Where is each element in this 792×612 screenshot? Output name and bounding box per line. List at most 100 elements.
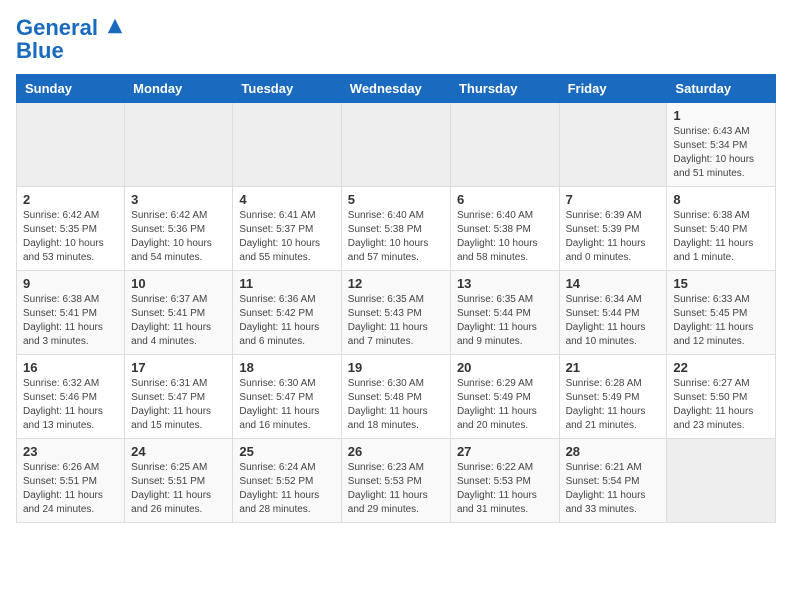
day-number: 22	[673, 360, 769, 375]
calendar-day-cell	[17, 103, 125, 187]
calendar-day-cell: 11Sunrise: 6:36 AM Sunset: 5:42 PM Dayli…	[233, 271, 341, 355]
calendar-day-cell: 18 Sunrise: 6:30 AM Sunset: 5:47 PM Dayli…	[233, 355, 341, 439]
day-number: 18	[239, 360, 334, 375]
calendar-day-cell: 6Sunrise: 6:40 AM Sunset: 5:38 PM Daylig…	[450, 187, 559, 271]
calendar-day-cell: 25 Sunrise: 6:24 AM Sunset: 5:52 PM Dayli…	[233, 439, 341, 523]
calendar-week-row: 16 Sunrise: 6:32 AM Sunset: 5:46 PM Dayli…	[17, 355, 776, 439]
day-number: 19	[348, 360, 444, 375]
day-info: Sunrise: 6:24 AM Sunset: 5:52 PM Dayligh…	[239, 461, 334, 517]
day-info: Sunrise: 6:26 AM Sunset: 5:51 PM Dayligh…	[23, 461, 118, 517]
calendar-day-cell	[559, 103, 667, 187]
calendar-day-cell: 28Sunrise: 6:21 AM Sunset: 5:54 PM Dayli…	[559, 439, 667, 523]
logo-blue: Blue	[16, 40, 124, 62]
calendar-day-cell: 16 Sunrise: 6:32 AM Sunset: 5:46 PM Dayli…	[17, 355, 125, 439]
calendar-day-cell: 7 Sunrise: 6:39 AM Sunset: 5:39 PM Daylig…	[559, 187, 667, 271]
calendar-day-cell: 19 Sunrise: 6:30 AM Sunset: 5:48 PM Dayli…	[341, 355, 450, 439]
day-number: 15	[673, 276, 769, 291]
calendar-day-cell: 5 Sunrise: 6:40 AM Sunset: 5:38 PM Daylig…	[341, 187, 450, 271]
day-info: Sunrise: 6:39 AM Sunset: 5:39 PM Dayligh…	[566, 209, 661, 265]
calendar-day-cell: 8Sunrise: 6:38 AM Sunset: 5:40 PM Daylig…	[667, 187, 776, 271]
calendar-day-header: Wednesday	[341, 75, 450, 103]
day-info: Sunrise: 6:35 AM Sunset: 5:44 PM Dayligh…	[457, 293, 553, 349]
logo-text: General	[16, 16, 124, 40]
day-info: Sunrise: 6:32 AM Sunset: 5:46 PM Dayligh…	[23, 377, 118, 433]
calendar-day-cell: 15 Sunrise: 6:33 AM Sunset: 5:45 PM Dayli…	[667, 271, 776, 355]
day-number: 16	[23, 360, 118, 375]
calendar-day-header: Saturday	[667, 75, 776, 103]
logo-icon	[106, 17, 124, 35]
day-info: Sunrise: 6:34 AM Sunset: 5:44 PM Dayligh…	[566, 293, 661, 349]
day-info: Sunrise: 6:31 AM Sunset: 5:47 PM Dayligh…	[131, 377, 226, 433]
day-info: Sunrise: 6:41 AM Sunset: 5:37 PM Dayligh…	[239, 209, 334, 265]
day-number: 9	[23, 276, 118, 291]
day-info: Sunrise: 6:22 AM Sunset: 5:53 PM Dayligh…	[457, 461, 553, 517]
calendar-day-cell: 10 Sunrise: 6:37 AM Sunset: 5:41 PM Dayli…	[125, 271, 233, 355]
day-number: 20	[457, 360, 553, 375]
calendar-day-cell: 21 Sunrise: 6:28 AM Sunset: 5:49 PM Dayli…	[559, 355, 667, 439]
day-info: Sunrise: 6:38 AM Sunset: 5:41 PM Dayligh…	[23, 293, 118, 349]
day-info: Sunrise: 6:21 AM Sunset: 5:54 PM Dayligh…	[566, 461, 661, 517]
day-number: 27	[457, 444, 553, 459]
calendar-table: SundayMondayTuesdayWednesdayThursdayFrid…	[16, 74, 776, 523]
day-number: 23	[23, 444, 118, 459]
day-number: 3	[131, 192, 226, 207]
day-info: Sunrise: 6:30 AM Sunset: 5:47 PM Dayligh…	[239, 377, 334, 433]
day-number: 4	[239, 192, 334, 207]
calendar-day-header: Sunday	[17, 75, 125, 103]
day-number: 5	[348, 192, 444, 207]
calendar-day-header: Tuesday	[233, 75, 341, 103]
day-info: Sunrise: 6:35 AM Sunset: 5:43 PM Dayligh…	[348, 293, 444, 349]
day-number: 17	[131, 360, 226, 375]
calendar-day-cell: 9 Sunrise: 6:38 AM Sunset: 5:41 PM Daylig…	[17, 271, 125, 355]
calendar-day-cell: 27 Sunrise: 6:22 AM Sunset: 5:53 PM Dayli…	[450, 439, 559, 523]
calendar-day-cell: 17 Sunrise: 6:31 AM Sunset: 5:47 PM Dayli…	[125, 355, 233, 439]
calendar-day-cell: 12 Sunrise: 6:35 AM Sunset: 5:43 PM Dayli…	[341, 271, 450, 355]
day-number: 12	[348, 276, 444, 291]
day-number: 10	[131, 276, 226, 291]
calendar-day-cell: 26 Sunrise: 6:23 AM Sunset: 5:53 PM Dayli…	[341, 439, 450, 523]
calendar-day-header: Thursday	[450, 75, 559, 103]
calendar-header-row: SundayMondayTuesdayWednesdayThursdayFrid…	[17, 75, 776, 103]
calendar-day-cell: 24Sunrise: 6:25 AM Sunset: 5:51 PM Dayli…	[125, 439, 233, 523]
day-info: Sunrise: 6:40 AM Sunset: 5:38 PM Dayligh…	[348, 209, 444, 265]
calendar-day-header: Monday	[125, 75, 233, 103]
day-info: Sunrise: 6:42 AM Sunset: 5:35 PM Dayligh…	[23, 209, 118, 265]
calendar-day-cell: 3 Sunrise: 6:42 AM Sunset: 5:36 PM Daylig…	[125, 187, 233, 271]
day-number: 24	[131, 444, 226, 459]
day-info: Sunrise: 6:29 AM Sunset: 5:49 PM Dayligh…	[457, 377, 553, 433]
day-info: Sunrise: 6:43 AM Sunset: 5:34 PM Dayligh…	[673, 125, 769, 181]
calendar-day-cell: 20 Sunrise: 6:29 AM Sunset: 5:49 PM Dayli…	[450, 355, 559, 439]
calendar-week-row: 23 Sunrise: 6:26 AM Sunset: 5:51 PM Dayli…	[17, 439, 776, 523]
day-info: Sunrise: 6:27 AM Sunset: 5:50 PM Dayligh…	[673, 377, 769, 433]
day-info: Sunrise: 6:28 AM Sunset: 5:49 PM Dayligh…	[566, 377, 661, 433]
calendar-day-cell: 14Sunrise: 6:34 AM Sunset: 5:44 PM Dayli…	[559, 271, 667, 355]
calendar-week-row: 2 Sunrise: 6:42 AM Sunset: 5:35 PM Daylig…	[17, 187, 776, 271]
day-info: Sunrise: 6:30 AM Sunset: 5:48 PM Dayligh…	[348, 377, 444, 433]
day-number: 2	[23, 192, 118, 207]
day-number: 7	[566, 192, 661, 207]
calendar-day-header: Friday	[559, 75, 667, 103]
page-header: General Blue	[16, 16, 776, 62]
day-number: 6	[457, 192, 553, 207]
day-info: Sunrise: 6:23 AM Sunset: 5:53 PM Dayligh…	[348, 461, 444, 517]
calendar-day-cell: 1 Sunrise: 6:43 AM Sunset: 5:34 PM Daylig…	[667, 103, 776, 187]
day-number: 25	[239, 444, 334, 459]
calendar-day-cell	[450, 103, 559, 187]
calendar-week-row: 9 Sunrise: 6:38 AM Sunset: 5:41 PM Daylig…	[17, 271, 776, 355]
calendar-day-cell: 22 Sunrise: 6:27 AM Sunset: 5:50 PM Dayli…	[667, 355, 776, 439]
calendar-body: 1 Sunrise: 6:43 AM Sunset: 5:34 PM Daylig…	[17, 103, 776, 523]
day-info: Sunrise: 6:33 AM Sunset: 5:45 PM Dayligh…	[673, 293, 769, 349]
day-number: 1	[673, 108, 769, 123]
calendar-day-cell: 23 Sunrise: 6:26 AM Sunset: 5:51 PM Dayli…	[17, 439, 125, 523]
day-number: 26	[348, 444, 444, 459]
day-info: Sunrise: 6:37 AM Sunset: 5:41 PM Dayligh…	[131, 293, 226, 349]
logo: General Blue	[16, 16, 124, 62]
calendar-week-row: 1 Sunrise: 6:43 AM Sunset: 5:34 PM Daylig…	[17, 103, 776, 187]
calendar-day-cell: 2 Sunrise: 6:42 AM Sunset: 5:35 PM Daylig…	[17, 187, 125, 271]
day-number: 11	[239, 276, 334, 291]
day-number: 21	[566, 360, 661, 375]
calendar-day-cell: 4 Sunrise: 6:41 AM Sunset: 5:37 PM Daylig…	[233, 187, 341, 271]
calendar-day-cell	[233, 103, 341, 187]
day-number: 8	[673, 192, 769, 207]
day-info: Sunrise: 6:42 AM Sunset: 5:36 PM Dayligh…	[131, 209, 226, 265]
